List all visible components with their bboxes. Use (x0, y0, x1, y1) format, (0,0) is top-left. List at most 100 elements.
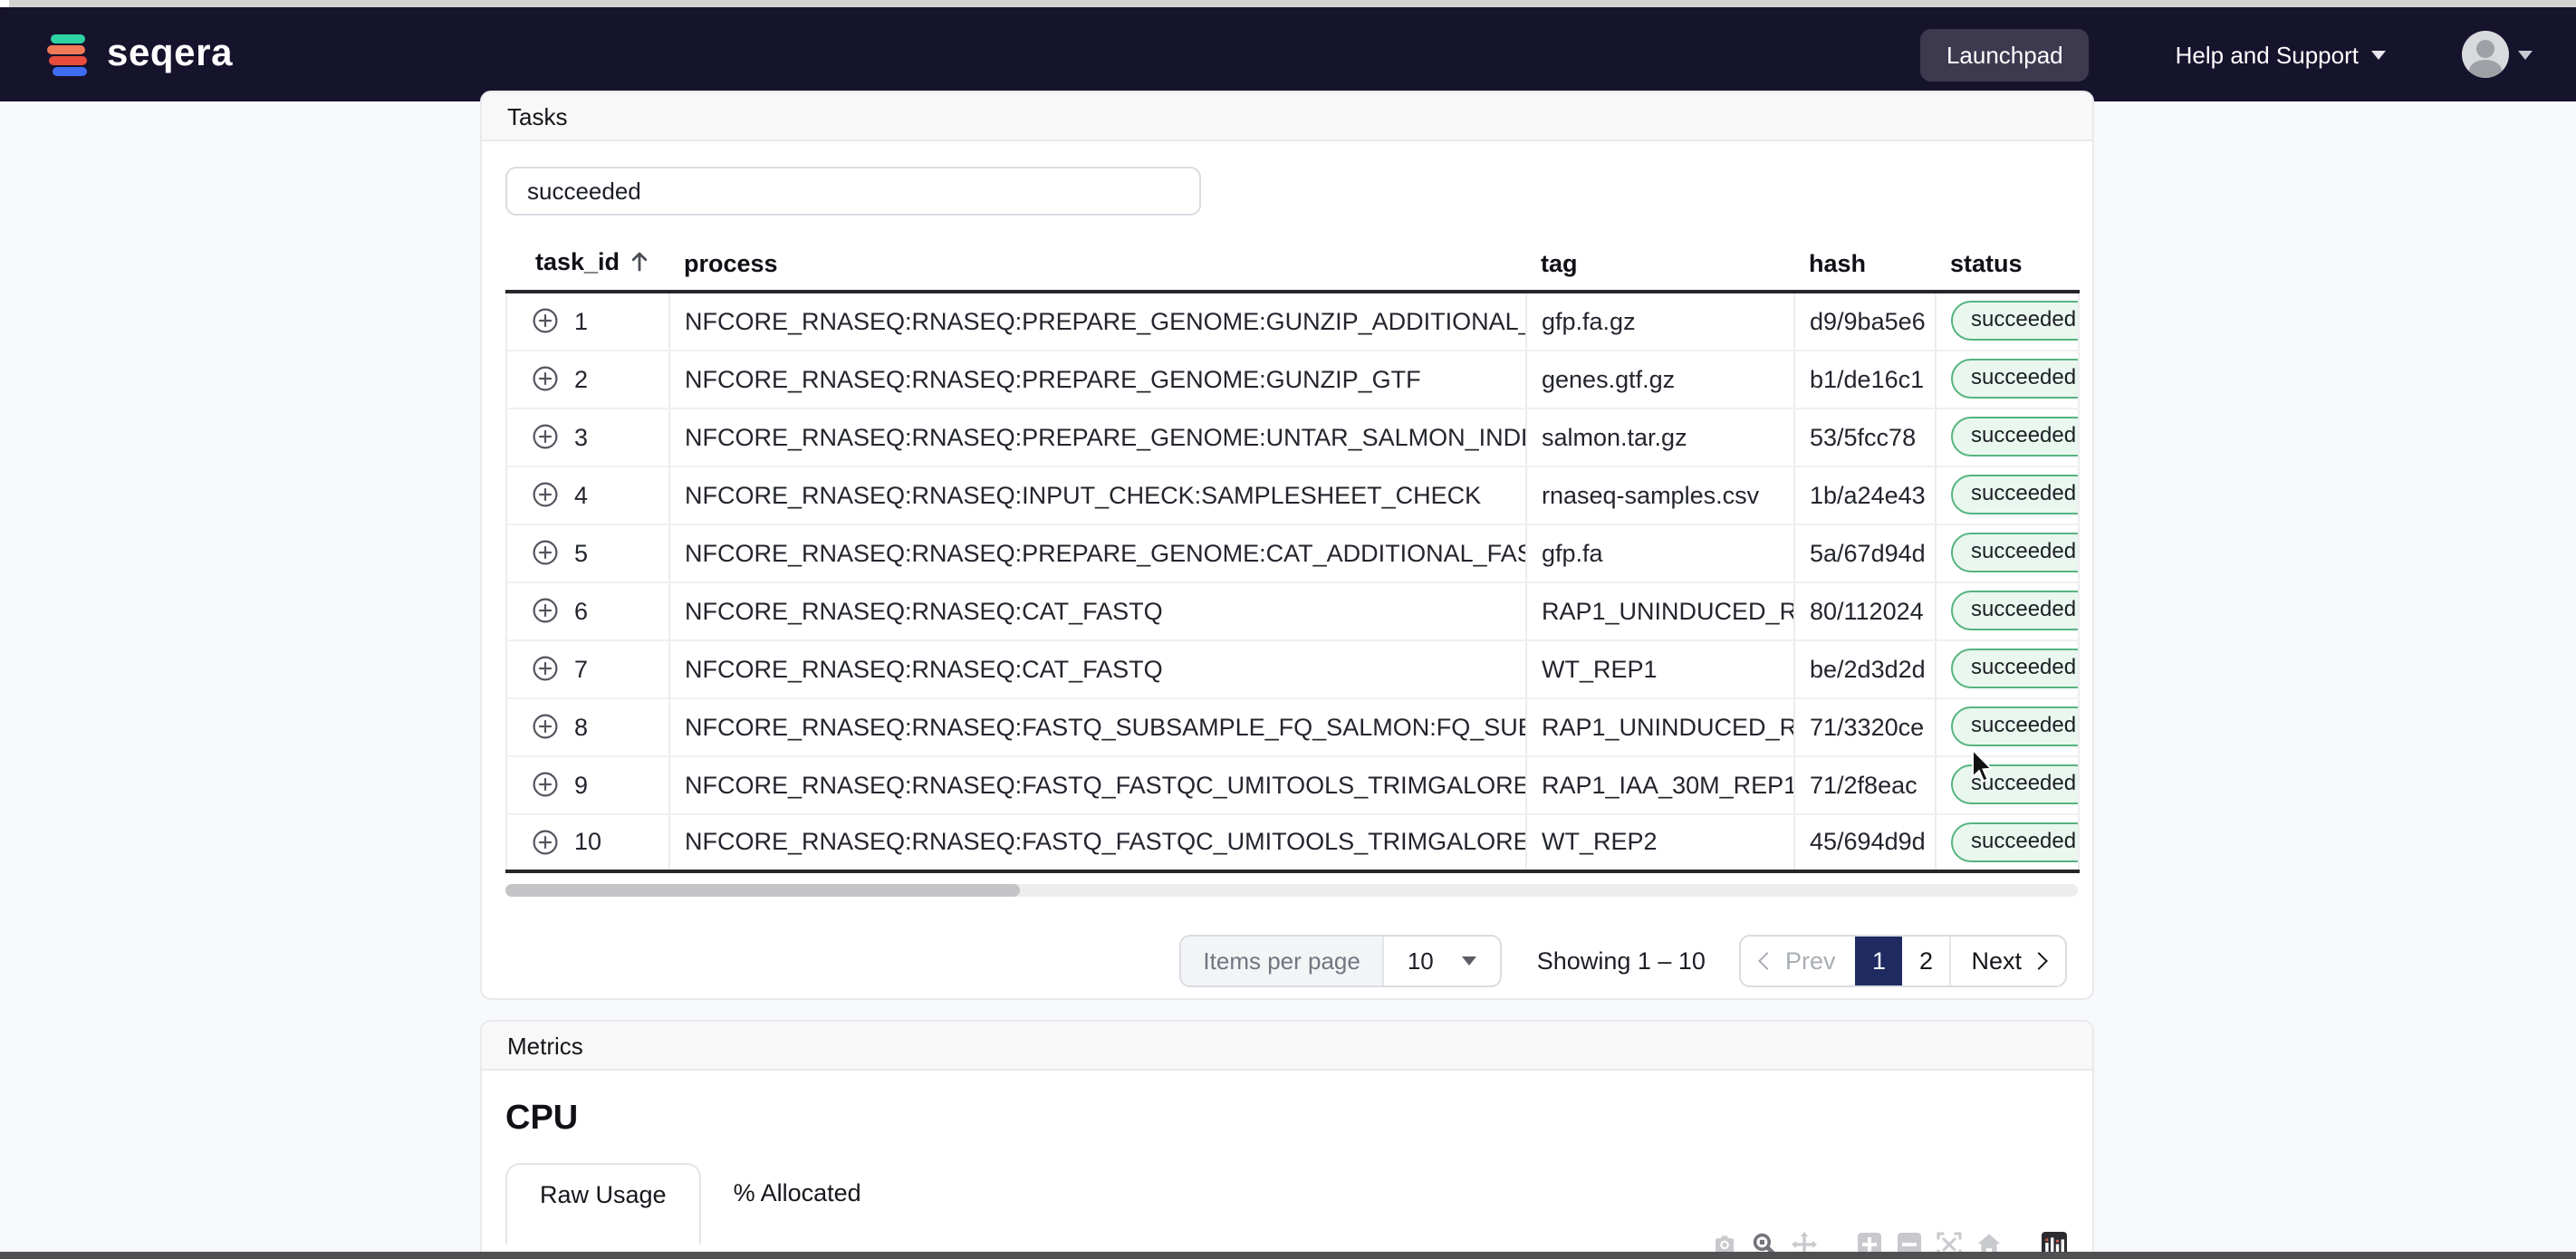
chevron-down-icon (2518, 50, 2533, 59)
table-row[interactable]: 8 NFCORE_RNASEQ:RNASEQ:FASTQ_SUBSAMPLE_F… (505, 697, 2080, 756)
column-header-status[interactable]: status (1936, 235, 2079, 293)
help-and-support-menu[interactable]: Help and Support (2176, 41, 2386, 68)
task-process: NFCORE_RNASEQ:RNASEQ:PREPARE_GENOME:GUNZ… (669, 292, 1527, 351)
task-hash: 80/112024 (1794, 581, 1937, 640)
status-badge: succeeded (1951, 764, 2077, 804)
table-row[interactable]: 2 NFCORE_RNASEQ:RNASEQ:PREPARE_GENOME:GU… (505, 350, 2080, 408)
prev-page-button[interactable]: Prev (1742, 937, 1856, 985)
status-badge: succeeded (1951, 591, 2077, 630)
metrics-panel-header: Metrics (482, 1022, 2092, 1071)
task-id: 4 (574, 481, 589, 508)
task-id: 10 (574, 828, 602, 856)
task-process: NFCORE_RNASEQ:RNASEQ:INPUT_CHECK:SAMPLES… (669, 466, 1527, 524)
task-tag: rnaseq-samples.csv (1526, 466, 1795, 524)
status-badge: succeeded (1951, 706, 2077, 746)
task-id: 7 (574, 655, 589, 682)
items-per-page-label: Items per page (1181, 937, 1382, 985)
tab-percent-allocated[interactable]: % Allocated (701, 1163, 894, 1223)
status-badge: succeeded (1951, 475, 2077, 514)
chevron-right-icon (2030, 952, 2048, 970)
tab-raw-usage[interactable]: Raw Usage (505, 1163, 701, 1245)
tasks-panel-header: Tasks (482, 92, 2092, 141)
tasks-panel-title: Tasks (507, 102, 568, 130)
task-id: 6 (574, 597, 589, 624)
table-row[interactable]: 1 NFCORE_RNASEQ:RNASEQ:PREPARE_GENOME:GU… (505, 292, 2080, 351)
column-header-task-id[interactable]: task_id (506, 235, 669, 293)
expand-task-icon[interactable] (533, 482, 558, 507)
column-header-tag[interactable]: tag (1526, 235, 1794, 293)
task-tag: WT_REP1 (1526, 639, 1795, 698)
pagination-bar: Items per page 10 Showing 1 – 10 Prev 1 … (505, 935, 2069, 987)
task-tag: salmon.tar.gz (1526, 408, 1795, 466)
task-id: 5 (574, 539, 589, 566)
chart-top-edge-strip (0, 1252, 2576, 1259)
expand-task-icon[interactable] (533, 598, 558, 623)
table-row[interactable]: 7 NFCORE_RNASEQ:RNASEQ:CAT_FASTQ WT_REP1… (505, 639, 2080, 698)
task-hash: b1/de16c1 (1794, 350, 1937, 408)
task-id: 3 (574, 423, 589, 450)
launchpad-button[interactable]: Launchpad (1920, 28, 2089, 81)
tasks-table: task_id process tag hash status 1 NFCORE… (505, 235, 2080, 873)
top-navbar: seqera Launchpad Help and Support (0, 7, 2576, 101)
expand-task-icon[interactable] (533, 309, 558, 334)
task-hash: be/2d3d2d (1794, 639, 1937, 698)
task-id: 1 (574, 307, 589, 335)
table-row[interactable]: 4 NFCORE_RNASEQ:RNASEQ:INPUT_CHECK:SAMPL… (505, 466, 2080, 524)
scrollbar-thumb[interactable] (505, 884, 1020, 897)
expand-task-icon[interactable] (533, 830, 558, 855)
showing-range-label: Showing 1 – 10 (1536, 947, 1706, 975)
column-header-hash[interactable]: hash (1794, 235, 1936, 293)
task-process: NFCORE_RNASEQ:RNASEQ:CAT_FASTQ (669, 639, 1527, 698)
task-process: NFCORE_RNASEQ:RNASEQ:PREPARE_GENOME:CAT_… (669, 524, 1527, 582)
table-row[interactable]: 9 NFCORE_RNASEQ:RNASEQ:FASTQ_FASTQC_UMIT… (505, 755, 2080, 814)
expand-task-icon[interactable] (533, 656, 558, 681)
task-hash: 5a/67d94d (1794, 524, 1937, 582)
task-tag: gfp.fa (1526, 524, 1795, 582)
seqera-logo[interactable]: seqera (47, 33, 233, 76)
status-badge: succeeded (1951, 301, 2077, 341)
task-process: NFCORE_RNASEQ:RNASEQ:CAT_FASTQ (669, 581, 1527, 640)
status-badge: succeeded (1951, 359, 2077, 399)
table-horizontal-scrollbar[interactable] (505, 884, 2078, 897)
task-hash: 45/694d9d (1794, 813, 1937, 873)
items-per-page-select[interactable]: Items per page 10 (1179, 935, 1503, 987)
task-tag: gfp.fa.gz (1526, 292, 1795, 351)
items-per-page-value: 10 (1407, 947, 1434, 975)
expand-task-icon[interactable] (533, 424, 558, 449)
help-and-support-label: Help and Support (2175, 41, 2359, 68)
next-page-button[interactable]: Next (1949, 937, 2065, 985)
avatar (2462, 31, 2509, 78)
status-badge: succeeded (1951, 417, 2077, 457)
expand-task-icon[interactable] (533, 540, 558, 565)
expand-task-icon[interactable] (533, 366, 558, 391)
task-id: 8 (574, 713, 589, 740)
task-process: NFCORE_RNASEQ:RNASEQ:PREPARE_GENOME:UNTA… (669, 408, 1527, 466)
chevron-left-icon (1759, 952, 1777, 970)
brand-name: seqera (107, 33, 234, 74)
expand-task-icon[interactable] (533, 714, 558, 739)
task-process: NFCORE_RNASEQ:RNASEQ:FASTQ_SUBSAMPLE_FQ_… (669, 697, 1527, 756)
table-row[interactable]: 3 NFCORE_RNASEQ:RNASEQ:PREPARE_GENOME:UN… (505, 408, 2080, 466)
expand-task-icon[interactable] (533, 772, 558, 797)
page-2-button[interactable]: 2 (1902, 937, 1949, 985)
table-row[interactable]: 6 NFCORE_RNASEQ:RNASEQ:CAT_FASTQ RAP1_UN… (505, 581, 2080, 640)
task-id: 9 (574, 771, 589, 798)
user-menu[interactable] (2462, 31, 2533, 78)
task-tag: WT_REP2 (1526, 813, 1795, 873)
table-row[interactable]: 5 NFCORE_RNASEQ:RNASEQ:PREPARE_GENOME:CA… (505, 524, 2080, 582)
task-id: 2 (574, 365, 589, 392)
task-process: NFCORE_RNASEQ:RNASEQ:PREPARE_GENOME:GUNZ… (669, 350, 1527, 408)
page-1-button[interactable]: 1 (1855, 937, 1903, 985)
task-tag: RAP1_IAA_30M_REP1 (1526, 755, 1795, 814)
task-tag: RAP1_UNINDUCED_REP2 (1526, 581, 1795, 640)
column-header-process[interactable]: process (669, 235, 1526, 293)
task-hash: 71/2f8eac (1794, 755, 1937, 814)
status-badge: succeeded (1951, 822, 2077, 862)
browser-top-strip (0, 0, 2576, 7)
table-row[interactable]: 10 NFCORE_RNASEQ:RNASEQ:FASTQ_FASTQC_UMI… (505, 813, 2080, 873)
seqera-run-page: seqera Launchpad Help and Support Tasks (0, 0, 2576, 1259)
task-search-input[interactable] (505, 167, 1201, 216)
task-hash: 1b/a24e43 (1794, 466, 1937, 524)
task-hash: d9/9ba5e6 (1794, 292, 1937, 351)
task-process: NFCORE_RNASEQ:RNASEQ:FASTQ_FASTQC_UMITOO… (669, 755, 1527, 814)
